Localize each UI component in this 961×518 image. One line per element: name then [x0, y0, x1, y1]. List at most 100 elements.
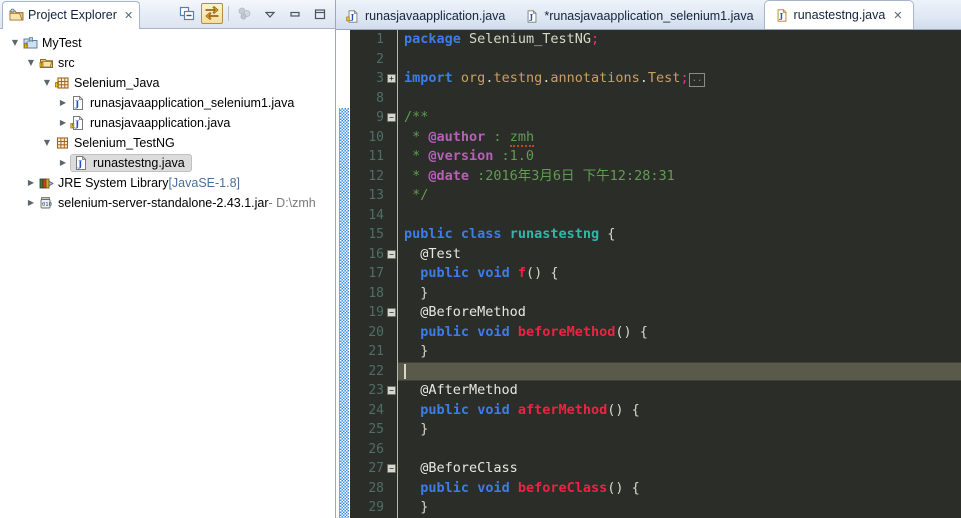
tree-item-runasjavaapplication-selenium1[interactable]: ▶ J runasjavaapplication_selenium1.java	[0, 93, 335, 113]
code-line-17: public void f() {	[420, 265, 559, 281]
fold-expand-icon[interactable]: +	[387, 74, 396, 83]
code-line-15: public class runastestng {	[404, 226, 616, 242]
tree-item-selenium-jar[interactable]: ▶ 010 selenium-server-standalone-2.43.1.…	[0, 193, 335, 213]
editor-tab-runasjavaapplication[interactable]: J runasjavaapplication.java	[336, 3, 515, 29]
line-number: 29	[368, 500, 384, 515]
tree-item-selenium-testng[interactable]: ▼ Selenium_TestNG	[0, 133, 335, 153]
tree-item-label: runasjavaapplication_selenium1.java	[90, 96, 295, 110]
view-toolbar	[176, 3, 331, 24]
fold-collapse-icon[interactable]: −	[387, 113, 396, 122]
annotation-ruler[interactable]	[336, 30, 350, 518]
line-number: 18	[368, 285, 384, 301]
collapsed-imports-indicator[interactable]: ..	[688, 73, 706, 87]
line-number: 14	[368, 207, 384, 223]
editor-tab-label: runastestng.java	[793, 8, 886, 22]
code-line-3: import org.testng.annotations.Test;..	[404, 69, 961, 89]
svg-text:J: J	[529, 12, 534, 21]
collapse-arrow-icon[interactable]: ▶	[24, 179, 38, 187]
code-line-28: public void beforeClass() {	[420, 479, 640, 496]
tree-item-label: src	[58, 56, 75, 70]
folding-ruler[interactable]: + − − − − −	[386, 30, 398, 518]
link-with-editor-icon[interactable]	[201, 3, 223, 24]
java-project-icon: !	[22, 35, 40, 51]
line-number: 21	[368, 344, 384, 359]
code-line-27: @BeforeClass	[420, 460, 518, 476]
source-folder-icon: !	[38, 55, 56, 71]
collapse-arrow-icon[interactable]: ▶	[56, 99, 70, 107]
code-line-24: public void afterMethod() {	[420, 401, 640, 418]
code-line-29: }	[420, 499, 429, 515]
change-bar-marker	[339, 108, 349, 518]
tree-item-selenium-java[interactable]: ▼ ! Selenium_Java	[0, 73, 335, 93]
svg-text:!: !	[41, 63, 43, 69]
collapse-arrow-icon[interactable]: ▶	[56, 119, 70, 127]
editor-tab-runasjavaapplication-selenium1[interactable]: J *runasjavaapplication_selenium1.java	[515, 3, 763, 29]
code-area[interactable]: 1 2 3 8 9 10 11 12 13 14 15 16 17 18 19 …	[336, 30, 961, 518]
line-number-ruler: 1 2 3 8 9 10 11 12 13 14 15 16 17 18 19 …	[350, 30, 386, 518]
code-line-21: }	[420, 343, 429, 359]
tree-item-label: Selenium_TestNG	[74, 136, 175, 150]
line-number: 28	[368, 480, 384, 496]
java-editor: J runasjavaapplication.java J *runasjava…	[336, 0, 961, 518]
editor-tab-runastestng[interactable]: J runastestng.java ✕	[763, 0, 914, 29]
code-line-12: * @date :2016年3月6日 下午12:28:31	[404, 167, 675, 184]
tree-item-suffix: - D:\zmh	[268, 196, 316, 210]
project-explorer-tab[interactable]: Project Explorer ✕	[2, 0, 141, 29]
svg-text:J: J	[74, 120, 79, 130]
line-number: 16	[368, 246, 384, 262]
fold-collapse-icon[interactable]: −	[387, 250, 396, 259]
project-explorer-icon	[9, 8, 24, 22]
line-number: 11	[368, 149, 384, 164]
collapse-arrow-icon[interactable]: ▶	[56, 159, 70, 167]
source-text[interactable]: package Selenium_TestNG; import org.test…	[398, 30, 961, 518]
expand-arrow-icon[interactable]: ▼	[8, 39, 22, 47]
close-icon[interactable]: ✕	[124, 10, 133, 21]
code-line-16: @Test	[420, 245, 461, 262]
tree-selection-highlight[interactable]: J runastestng.java	[70, 154, 192, 172]
project-explorer-header: Project Explorer ✕	[0, 0, 335, 29]
fold-collapse-icon[interactable]: −	[387, 386, 396, 395]
expand-arrow-icon[interactable]: ▼	[40, 139, 54, 147]
line-number: 17	[368, 266, 384, 281]
collapse-all-icon[interactable]	[176, 3, 198, 24]
tree-item-runastestng[interactable]: ▶ J runastestng.java	[0, 153, 335, 173]
line-number: 3	[376, 71, 384, 86]
tree-item-mytest[interactable]: ▼ ! MyTest	[0, 33, 335, 53]
line-number: 26	[368, 441, 384, 457]
jar-icon: 010	[38, 195, 56, 211]
close-icon[interactable]: ✕	[893, 10, 902, 21]
project-tree[interactable]: ▼ ! MyTest ▼ ! src ▼ ! Selenium_Java ▶ J…	[0, 29, 335, 213]
tree-item-suffix: [JavaSE-1.8]	[168, 176, 241, 190]
collapse-arrow-icon[interactable]: ▶	[24, 199, 38, 207]
library-icon	[38, 175, 56, 191]
focus-on-active-task-icon[interactable]	[234, 3, 256, 24]
maximize-icon[interactable]	[309, 3, 331, 24]
svg-text:J: J	[778, 11, 783, 20]
java-file-icon: J	[73, 155, 91, 171]
tree-item-label: MyTest	[42, 36, 82, 50]
package-icon	[54, 135, 72, 151]
expand-arrow-icon[interactable]: ▼	[24, 59, 38, 67]
java-file-warning-icon: J	[346, 9, 360, 24]
tree-item-label: runastestng.java	[93, 156, 185, 170]
svg-text:!: !	[25, 44, 27, 50]
fold-collapse-icon[interactable]: −	[387, 464, 396, 473]
tree-item-runasjavaapplication[interactable]: ▶ J ! runasjavaapplication.java	[0, 113, 335, 133]
line-number: 20	[368, 324, 384, 340]
code-line-18: }	[420, 284, 429, 301]
svg-text:010: 010	[42, 202, 52, 208]
tree-item-src[interactable]: ▼ ! src	[0, 53, 335, 73]
tree-item-jre-system-library[interactable]: ▶ JRE System Library [JavaSE-1.8]	[0, 173, 335, 193]
line-number: 2	[376, 51, 384, 67]
minimize-icon[interactable]	[284, 3, 306, 24]
editor-tab-label: *runasjavaapplication_selenium1.java	[544, 9, 754, 23]
expand-arrow-icon[interactable]: ▼	[40, 79, 54, 87]
view-menu-icon[interactable]	[259, 3, 281, 24]
code-line-11: * @version :1.0	[404, 148, 535, 164]
code-line-22	[398, 361, 961, 381]
code-line-13: */	[404, 187, 429, 203]
fold-collapse-icon[interactable]: −	[387, 308, 396, 317]
code-line-19: @BeforeMethod	[420, 304, 526, 320]
